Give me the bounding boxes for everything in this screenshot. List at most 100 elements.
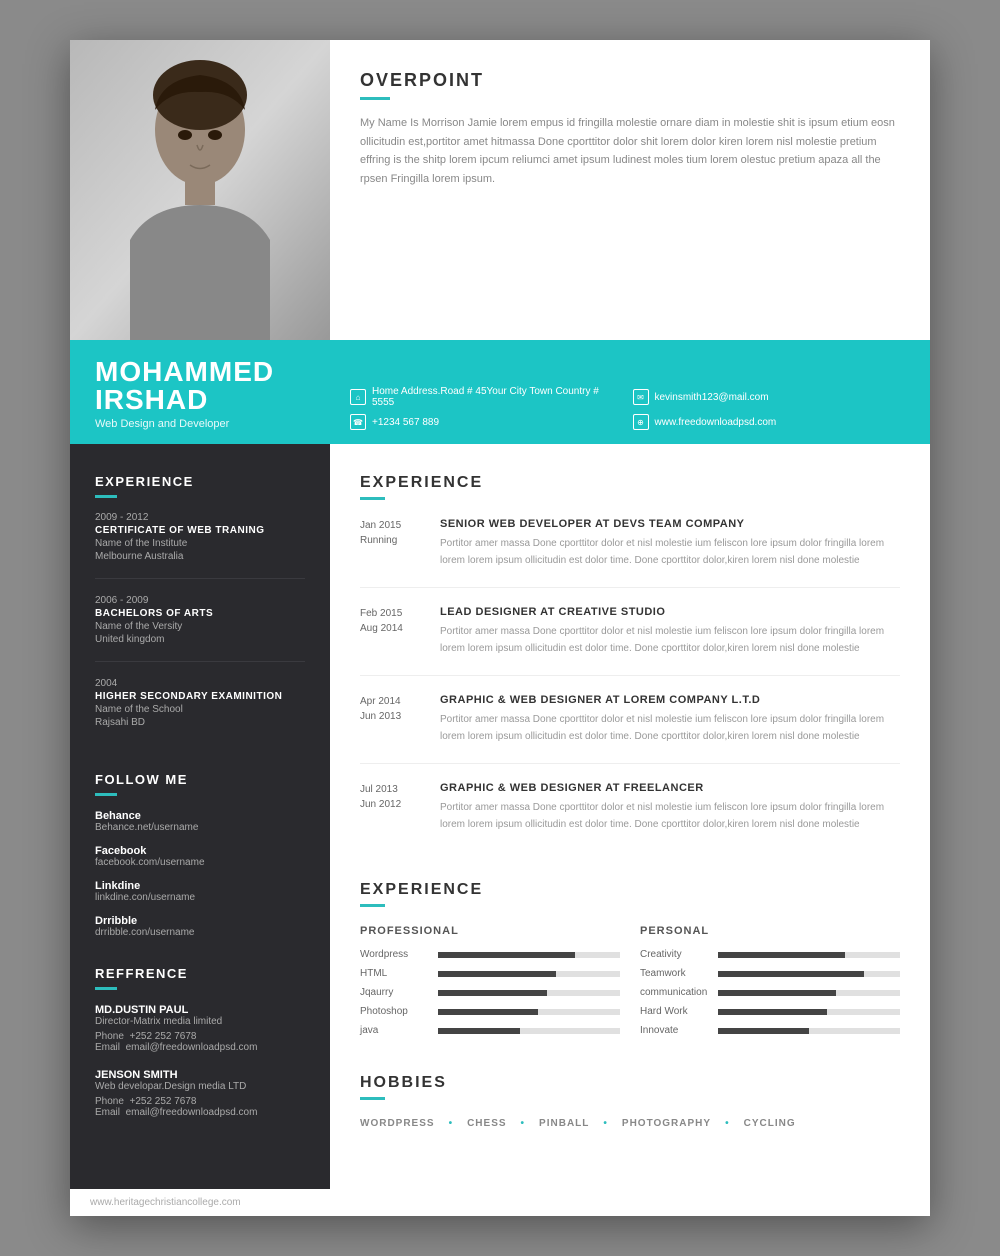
skills-section: EXPERIENCE PROFESSIONAL Wordpress HTML — [360, 881, 900, 1044]
hobby-dot-2: • — [521, 1118, 526, 1129]
linkdine-name: Linkdine — [95, 880, 305, 892]
skill-jquery: Jqaurry — [360, 987, 620, 998]
behance-name: Behance — [95, 810, 305, 822]
edu-date-1: 2009 - 2012 — [95, 512, 305, 523]
skills-personal: PERSONAL Creativity Teamwork communicati… — [640, 925, 900, 1044]
main-body: EXPERIENCE 2009 - 2012 CERTIFICATE OF WE… — [70, 444, 930, 1189]
skill-communication-name: communication — [640, 987, 710, 998]
ref-1-phone: Phone +252 252 7678 — [95, 1031, 305, 1042]
skill-java-name: java — [360, 1025, 430, 1036]
intro-col: OVERPOINT My Name Is Morrison Jamie lore… — [330, 40, 930, 340]
skill-creativity-name: Creativity — [640, 949, 710, 960]
sidebar-ref-section: REFFRENCE MD.DUSTIN PAUL Director-Matrix… — [95, 966, 305, 1118]
job-2-details: LEAD DESIGNER AT CREATIVE STUDIO Portito… — [440, 606, 900, 657]
job-3: Apr 2014 Jun 2013 GRAPHIC & WEB DESIGNER… — [360, 694, 900, 764]
experience-underline — [360, 497, 385, 500]
hobby-wordpress: WORDPRESS — [360, 1118, 435, 1129]
sidebar-experience-underline — [95, 495, 117, 498]
contact-web: ⊕ www.freedownloadpsd.com — [633, 414, 906, 430]
experience-heading: EXPERIENCE — [360, 474, 900, 492]
edu-date-2: 2006 - 2009 — [95, 595, 305, 606]
phone-icon: ☎ — [350, 414, 366, 430]
skills-per-label: PERSONAL — [640, 925, 900, 937]
sidebar-experience-heading: EXPERIENCE — [95, 474, 305, 489]
facebook-name: Facebook — [95, 845, 305, 857]
hobby-dot-3: • — [603, 1118, 608, 1129]
skill-wordpress-bar-bg — [438, 952, 620, 958]
drribble-name: Drribble — [95, 915, 305, 927]
skill-java-bar-bg — [438, 1028, 620, 1034]
skill-jquery-bar-bg — [438, 990, 620, 996]
job-3-desc: Portitor amer massa Done cporttitor dolo… — [440, 711, 900, 745]
skill-html-bar-bg — [438, 971, 620, 977]
intro-underline — [360, 97, 390, 100]
hobbies-list: WORDPRESS • CHESS • PINBALL • PHOTOGRAPH… — [360, 1118, 900, 1129]
job-2-dates: Feb 2015 Aug 2014 — [360, 606, 425, 657]
main-content: EXPERIENCE Jan 2015 Running SENIOR WEB D… — [330, 444, 930, 1189]
social-drribble: Drribble drribble.con/username — [95, 915, 305, 938]
skills-pro-label: PROFESSIONAL — [360, 925, 620, 937]
sidebar-ref-underline — [95, 987, 117, 990]
intro-title: OVERPOINT — [360, 70, 900, 91]
contact-address: ⌂ Home Address.Road # 45Your City Town C… — [350, 386, 623, 408]
skill-wordpress: Wordpress — [360, 949, 620, 960]
ref-2: JENSON SMITH Web developar.Design media … — [95, 1069, 305, 1118]
skill-teamwork-bar-bg — [718, 971, 900, 977]
skill-hardwork-name: Hard Work — [640, 1006, 710, 1017]
skill-photoshop-name: Photoshop — [360, 1006, 430, 1017]
address-text: Home Address.Road # 45Your City Town Cou… — [372, 386, 623, 408]
edu-date-3: 2004 — [95, 678, 305, 689]
job-3-dates: Apr 2014 Jun 2013 — [360, 694, 425, 745]
sidebar-follow-section: FOLLOW ME Behance Behance.net/username F… — [95, 772, 305, 938]
ref-2-email: Email email@freedownloadpsd.com — [95, 1107, 305, 1118]
social-facebook: Facebook facebook.com/username — [95, 845, 305, 868]
web-icon: ⊕ — [633, 414, 649, 430]
hobby-dot-4: • — [725, 1118, 730, 1129]
skills-heading: EXPERIENCE — [360, 881, 900, 899]
job-title-banner: Web Design and Developer — [95, 418, 330, 430]
sidebar-follow-heading: FOLLOW ME — [95, 772, 305, 787]
skill-photoshop: Photoshop — [360, 1006, 620, 1017]
edu-item-2: 2006 - 2009 BACHELORS OF ARTS Name of th… — [95, 595, 305, 662]
job-1-desc: Portitor amer massa Done cporttitor dolo… — [440, 535, 900, 569]
edu-degree-1: CERTIFICATE OF WEB TRANING — [95, 525, 305, 536]
ref-1: MD.DUSTIN PAUL Director-Matrix media lim… — [95, 1004, 305, 1053]
edu-degree-3: HIGHER SECONDARY EXAMINITION — [95, 691, 305, 702]
job-3-title: GRAPHIC & WEB DESIGNER AT LOREM COMPANY … — [440, 694, 900, 706]
contact-right: ⌂ Home Address.Road # 45Your City Town C… — [330, 386, 905, 430]
job-1-dates: Jan 2015 Running — [360, 518, 425, 569]
address-icon: ⌂ — [350, 389, 366, 405]
skill-teamwork-name: Teamwork — [640, 968, 710, 979]
skill-html-name: HTML — [360, 968, 430, 979]
name-banner: MOHAMMED IRSHAD Web Design and Developer… — [70, 340, 930, 444]
hobby-photography: PHOTOGRAPHY — [622, 1118, 711, 1129]
hobbies-heading: HOBBIES — [360, 1074, 900, 1092]
page-wrapper: OVERPOINT My Name Is Morrison Jamie lore… — [70, 40, 930, 1216]
edu-location-1: Melbourne Australia — [95, 551, 305, 562]
edu-location-2: United kingdom — [95, 634, 305, 645]
skill-communication: communication — [640, 987, 900, 998]
job-1-details: SENIOR WEB DEVELOPER AT DEVS TEAM COMPAN… — [440, 518, 900, 569]
job-1: Jan 2015 Running SENIOR WEB DEVELOPER AT… — [360, 518, 900, 588]
hobby-cycling: CYCLING — [744, 1118, 796, 1129]
job-4: Jul 2013 Jun 2012 GRAPHIC & WEB DESIGNER… — [360, 782, 900, 851]
social-linkdine: Linkdine linkdine.con/username — [95, 880, 305, 903]
web-text: www.freedownloadpsd.com — [655, 417, 777, 428]
job-4-details: GRAPHIC & WEB DESIGNER AT FREELANCER Por… — [440, 782, 900, 833]
sidebar: EXPERIENCE 2009 - 2012 CERTIFICATE OF WE… — [70, 444, 330, 1189]
full-name: MOHAMMED IRSHAD — [95, 358, 330, 414]
skill-hardwork-bar-bg — [718, 1009, 900, 1015]
top-section: OVERPOINT My Name Is Morrison Jamie lore… — [70, 40, 930, 340]
skill-jquery-name: Jqaurry — [360, 987, 430, 998]
job-4-desc: Portitor amer massa Done cporttitor dolo… — [440, 799, 900, 833]
skill-communication-bar-bg — [718, 990, 900, 996]
skills-underline — [360, 904, 385, 907]
job-4-dates: Jul 2013 Jun 2012 — [360, 782, 425, 833]
linkdine-url: linkdine.con/username — [95, 892, 305, 903]
email-text: kevinsmith123@mail.com — [655, 392, 769, 403]
edu-institute-2: Name of the Versity — [95, 621, 305, 632]
skill-wordpress-name: Wordpress — [360, 949, 430, 960]
edu-institute-3: Name of the School — [95, 704, 305, 715]
skill-innovate-bar-bg — [718, 1028, 900, 1034]
ref-1-email: Email email@freedownloadpsd.com — [95, 1042, 305, 1053]
